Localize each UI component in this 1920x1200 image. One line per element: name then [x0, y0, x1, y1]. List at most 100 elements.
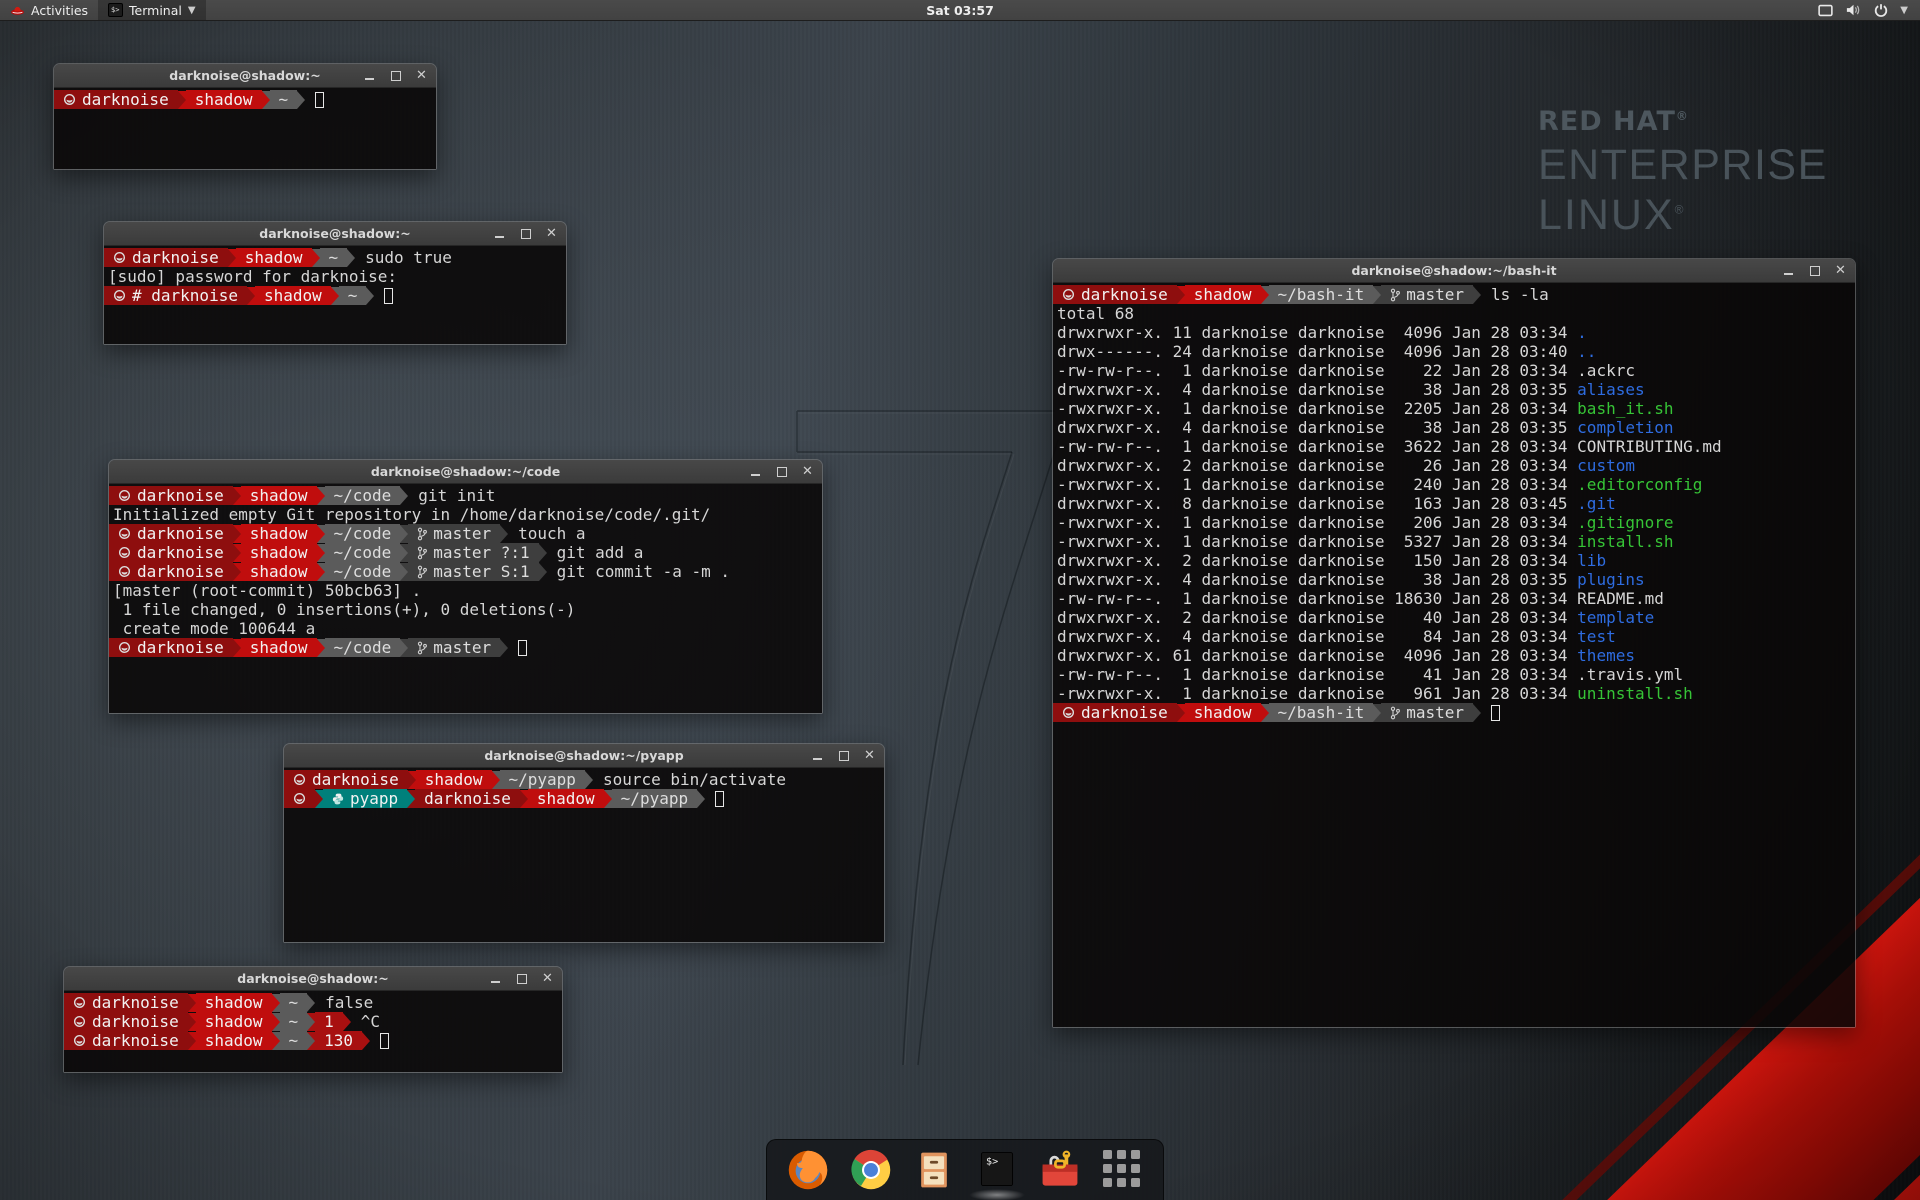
terminal-window-sudo[interactable]: darknoise@shadow:~✕darknoiseshadow~sudo …: [103, 221, 567, 345]
terminal-body[interactable]: darknoiseshadow~sudo true[sudo] password…: [104, 246, 566, 344]
titlebar[interactable]: darknoise@shadow:~✕: [104, 222, 566, 246]
dock-files-icon[interactable]: [911, 1147, 957, 1193]
close-button[interactable]: ✕: [864, 750, 875, 761]
close-button[interactable]: ✕: [546, 228, 557, 239]
dock-chrome-icon[interactable]: [848, 1147, 894, 1193]
prompt-segment: shadow: [416, 770, 492, 789]
file-name: README.md: [1577, 589, 1664, 608]
prompt-segment: master: [408, 638, 500, 657]
maximize-button[interactable]: [520, 228, 531, 239]
powerline-separator: [331, 287, 339, 305]
prompt-segment-label: darknoise: [312, 770, 399, 789]
system-status-area[interactable]: ▼: [1810, 0, 1916, 20]
terminal-body[interactable]: darknoiseshadow~/bash-itmasterls -latota…: [1053, 283, 1855, 1027]
minimize-button[interactable]: [812, 750, 823, 761]
terminal-window-bash-it[interactable]: darknoise@shadow:~/bash-it✕darknoiseshad…: [1052, 258, 1856, 1028]
titlebar[interactable]: darknoise@shadow:~✕: [64, 967, 562, 991]
prompt-segment: darknoise: [109, 524, 233, 543]
file-list-row: -rw-rw-r--. 1 darknoise darknoise 22 Jan…: [1053, 361, 1855, 380]
minimize-button[interactable]: [494, 228, 505, 239]
prompt-segment: shadow: [241, 638, 317, 657]
prompt-segment: darknoise: [54, 90, 178, 109]
svg-text:$>: $>: [986, 1157, 998, 1168]
minimize-button[interactable]: [750, 466, 761, 477]
terminal-prompt-line: # darknoiseshadow~: [104, 286, 566, 305]
file-name: themes: [1577, 646, 1635, 665]
minimize-button[interactable]: [490, 973, 501, 984]
power-icon: [1874, 3, 1888, 17]
prompt-segment-label: shadow: [250, 543, 308, 562]
prompt-segment-label: ~: [279, 90, 289, 109]
file-name: aliases: [1577, 380, 1644, 399]
file-list-row: -rw-rw-r--. 1 darknoise darknoise 41 Jan…: [1053, 665, 1855, 684]
prompt-segment: darknoise: [109, 638, 233, 657]
maximize-button[interactable]: [1809, 265, 1820, 276]
titlebar[interactable]: darknoise@shadow:~ ✕: [54, 64, 436, 88]
app-menu-label: Terminal: [129, 3, 182, 18]
titlebar[interactable]: darknoise@shadow:~/pyapp✕: [284, 744, 884, 768]
close-button[interactable]: ✕: [416, 70, 427, 81]
prompt-segment: shadow: [241, 486, 317, 505]
activities-button[interactable]: Activities: [0, 0, 98, 20]
powerline-separator: [1261, 704, 1269, 722]
file-name: .gitignore: [1577, 513, 1673, 532]
terminal-window-code[interactable]: darknoise@shadow:~/code✕darknoiseshadow~…: [108, 459, 823, 714]
terminal-output-line: 1 file changed, 0 insertions(+), 0 delet…: [109, 600, 822, 619]
terminal-window-home-2[interactable]: darknoise@shadow:~✕darknoiseshadow~false…: [63, 966, 563, 1073]
dock-firefox-icon[interactable]: [785, 1147, 831, 1193]
terminal-body[interactable]: darknoiseshadow~/pyappsource bin/activat…: [284, 768, 884, 942]
powerline-separator: [312, 249, 320, 267]
window-buttons: ✕: [364, 64, 427, 87]
maximize-button[interactable]: [776, 466, 787, 477]
powerline-separator: [233, 525, 241, 543]
dock-app-grid-icon[interactable]: [1100, 1147, 1146, 1193]
terminal-body[interactable]: darknoiseshadow~: [54, 88, 436, 169]
prompt-segment: master S:1: [408, 562, 538, 581]
file-attributes: -rwxrwxr-x. 1 darknoise darknoise 2205 J…: [1053, 399, 1577, 418]
redhat-icon: [293, 792, 306, 805]
file-list-row: drwxrwxr-x. 8 darknoise darknoise 163 Ja…: [1053, 494, 1855, 513]
terminal-window-pyapp[interactable]: darknoise@shadow:~/pyapp✕ darknoise shadow…: [283, 743, 885, 943]
file-attributes: -rw-rw-r--. 1 darknoise darknoise 18630 …: [1053, 589, 1577, 608]
terminal-body[interactable]: darknoiseshadow~falsedarknoiseshadow~1^C…: [64, 991, 562, 1072]
prompt-segment-label: master: [433, 638, 491, 657]
terminal-window-home-1[interactable]: darknoise@shadow:~ ✕ darknoiseshadow~: [53, 63, 437, 170]
output-text: 1 file changed, 0 insertions(+), 0 delet…: [109, 600, 575, 619]
dock-terminal-icon[interactable]: $>: [974, 1147, 1020, 1193]
powerline-separator: [697, 790, 705, 808]
powerline-separator: [520, 790, 528, 808]
redhat-icon: [73, 1015, 86, 1028]
prompt-segment: ~: [270, 90, 298, 109]
maximize-button[interactable]: [390, 70, 401, 81]
prompt-segment: darknoise: [1053, 703, 1177, 722]
prompt-segment-label: darknoise: [1081, 703, 1168, 722]
clock[interactable]: Sat 03:57: [926, 3, 994, 18]
powerline-separator: [1473, 286, 1481, 304]
file-attributes: -rwxrwxr-x. 1 darknoise darknoise 5327 J…: [1053, 532, 1577, 551]
powerline-separator: [539, 563, 547, 581]
terminal-body[interactable]: darknoiseshadow~/codegit initInitialized…: [109, 484, 822, 713]
prompt-segment: ~/bash-it: [1269, 285, 1374, 304]
titlebar[interactable]: darknoise@shadow:~/bash-it✕: [1053, 259, 1855, 283]
redhat-icon: [118, 641, 131, 654]
window-title: darknoise@shadow:~: [169, 68, 320, 83]
prompt-segment: shadow: [196, 1031, 272, 1050]
maximize-button[interactable]: [516, 973, 527, 984]
prompt-segment: shadow: [241, 543, 317, 562]
maximize-button[interactable]: [838, 750, 849, 761]
redhat-icon: [1062, 706, 1075, 719]
powerline-separator: [1473, 704, 1481, 722]
close-button[interactable]: ✕: [542, 973, 553, 984]
file-list-row: drwxrwxr-x. 2 darknoise darknoise 40 Jan…: [1053, 608, 1855, 627]
git-branch-icon: [1390, 288, 1400, 302]
app-menu-terminal[interactable]: $> Terminal ▼: [98, 0, 206, 20]
command-text: git init: [418, 486, 495, 505]
close-button[interactable]: ✕: [1835, 265, 1846, 276]
titlebar[interactable]: darknoise@shadow:~/code✕: [109, 460, 822, 484]
close-button[interactable]: ✕: [802, 466, 813, 477]
minimize-button[interactable]: [1783, 265, 1794, 276]
file-attributes: drwxrwxr-x. 4 darknoise darknoise 38 Jan…: [1053, 570, 1577, 589]
dock-toolbox-icon[interactable]: [1037, 1147, 1083, 1193]
file-list-row: -rwxrwxr-x. 1 darknoise darknoise 5327 J…: [1053, 532, 1855, 551]
minimize-button[interactable]: [364, 70, 375, 81]
